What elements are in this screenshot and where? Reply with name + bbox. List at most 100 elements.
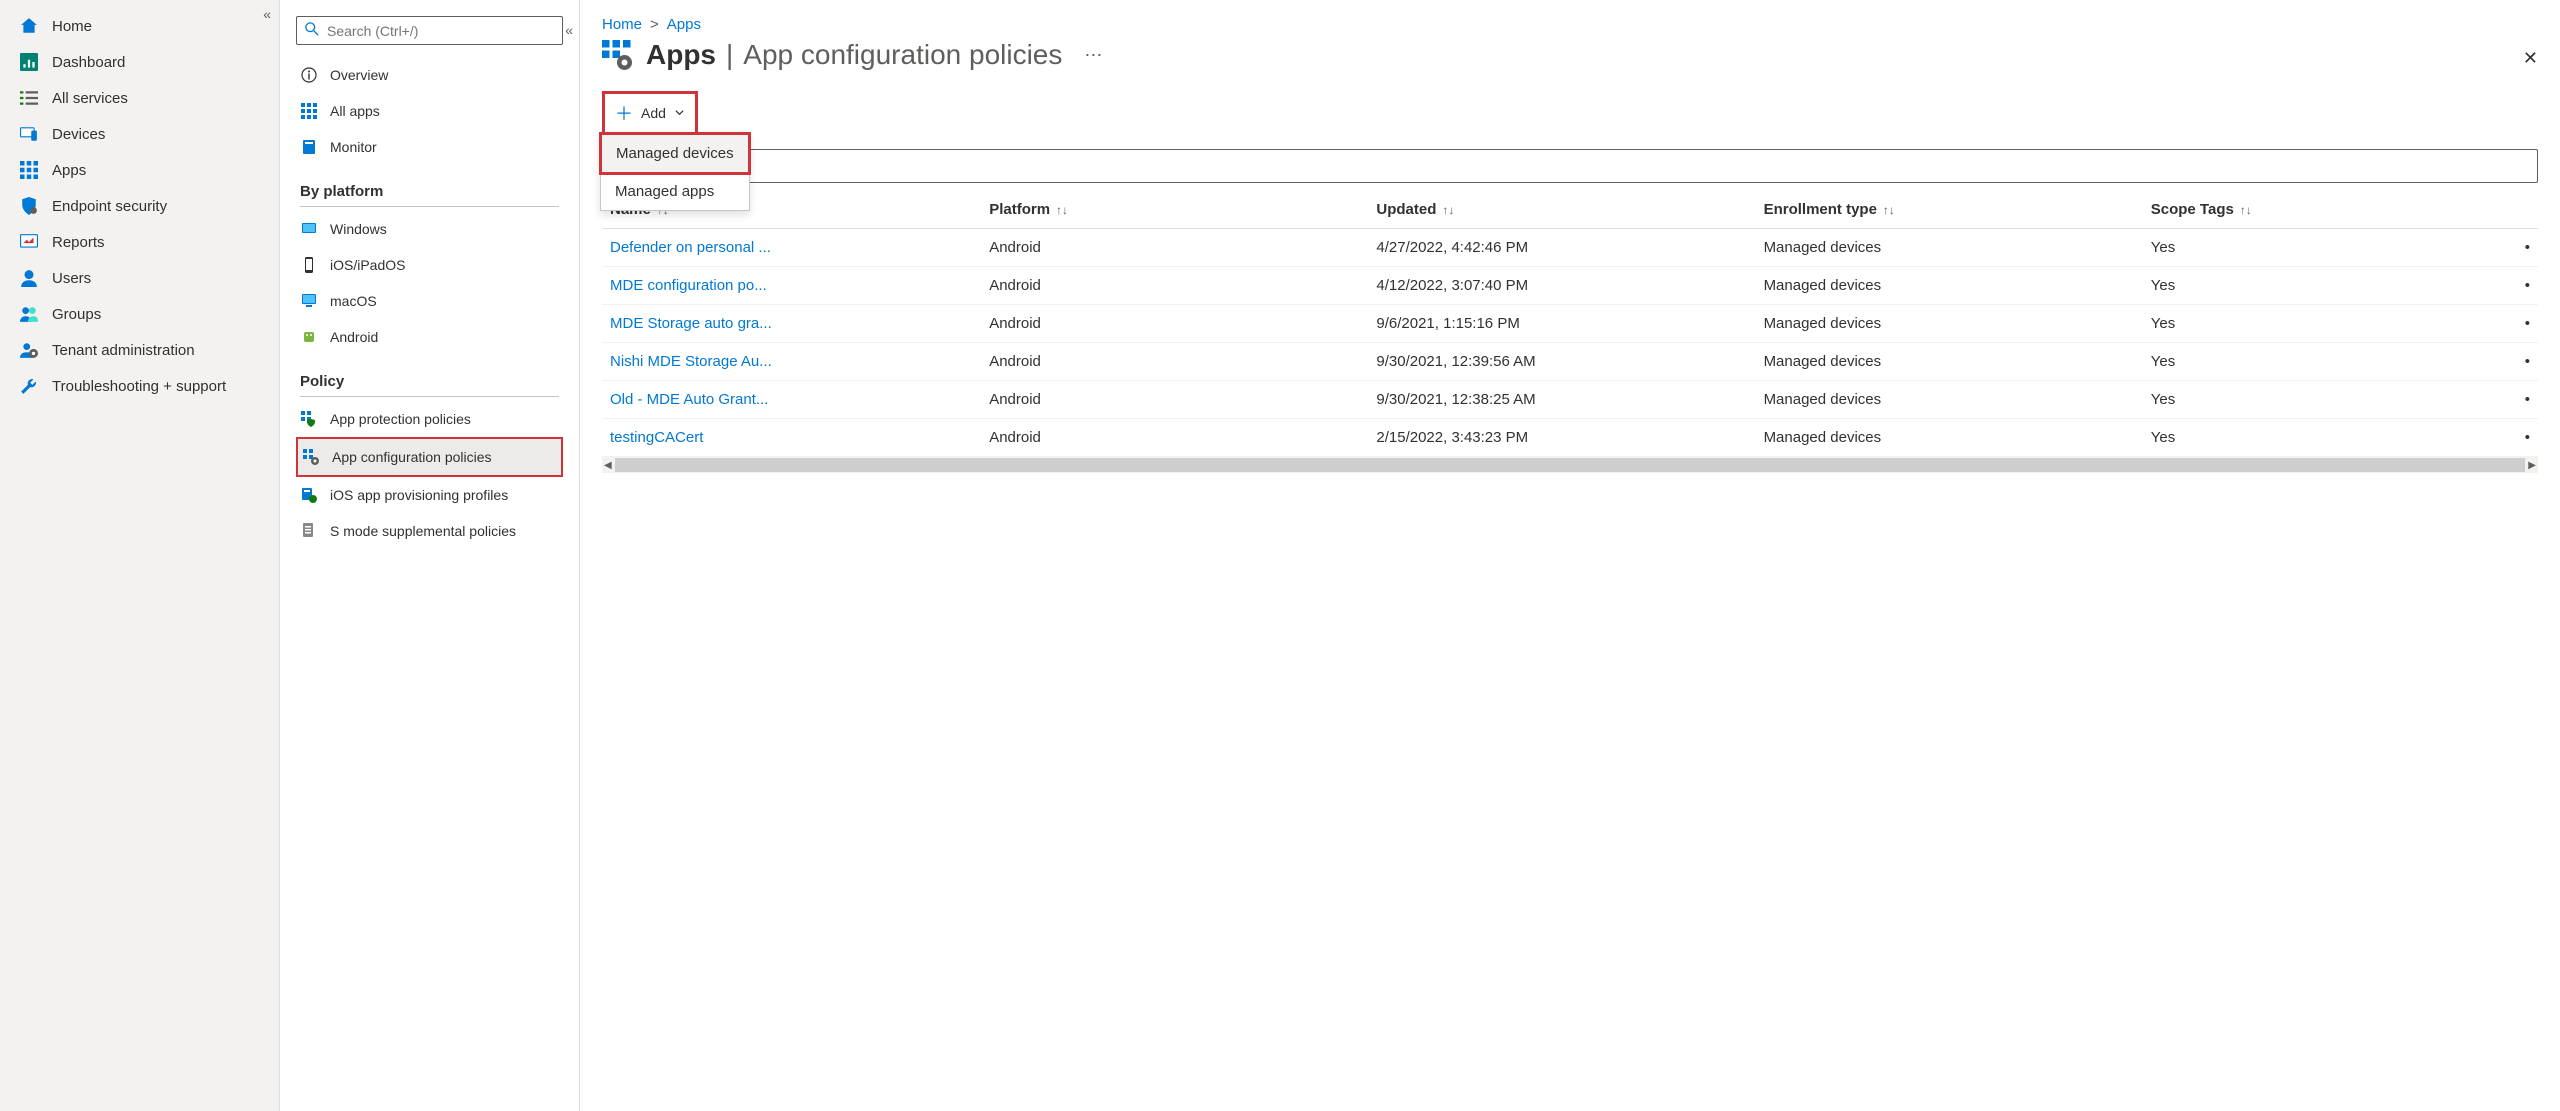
breadcrumb-home[interactable]: Home	[602, 16, 642, 33]
sidebar-item-dashboard[interactable]: Dashboard	[0, 44, 279, 80]
subnav-section-by-platform: By platform	[296, 165, 563, 206]
home-icon	[20, 17, 38, 35]
cell-name[interactable]: Nishi MDE Storage Au...	[602, 343, 989, 381]
subnav-item-all-apps[interactable]: All apps	[296, 93, 563, 129]
scroll-right-icon[interactable]: ▶	[2528, 460, 2536, 471]
cell-updated: 2/15/2022, 3:43:23 PM	[1376, 419, 1763, 457]
phone-icon	[300, 256, 318, 274]
sidebar-item-troubleshooting[interactable]: Troubleshooting + support	[0, 368, 279, 404]
sidebar-item-reports[interactable]: Reports	[0, 224, 279, 260]
grid-shield-icon	[300, 410, 318, 428]
table-row[interactable]: MDE Storage auto gra...Android9/6/2021, …	[602, 305, 2538, 343]
sidebar-item-endpoint-security[interactable]: Endpoint security	[0, 188, 279, 224]
row-more-button[interactable]: •	[2499, 343, 2538, 381]
table-header-row: Name↑↓ Platform↑↓ Updated↑↓ Enrollment t…	[602, 191, 2538, 229]
wrench-icon	[20, 377, 38, 395]
cell-name[interactable]: testingCACert	[602, 419, 989, 457]
document-icon	[300, 522, 318, 540]
subnav-item-label: Windows	[330, 221, 387, 237]
row-more-button[interactable]: •	[2499, 381, 2538, 419]
col-updated[interactable]: Updated↑↓	[1376, 191, 1763, 229]
horizontal-scrollbar[interactable]: ◀ ▶	[602, 457, 2538, 473]
cell-scope: Yes	[2151, 343, 2499, 381]
shield-icon	[20, 197, 38, 215]
row-more-button[interactable]: •	[2499, 419, 2538, 457]
subnav-item-ios[interactable]: iOS/iPadOS	[296, 247, 563, 283]
subnav-item-windows[interactable]: Windows	[296, 211, 563, 247]
sidebar-item-label: Devices	[52, 126, 105, 143]
add-dropdown: Managed devices Managed apps	[600, 133, 750, 211]
subnav-item-overview[interactable]: Overview	[296, 57, 563, 93]
table-row[interactable]: Nishi MDE Storage Au...Android9/30/2021,…	[602, 343, 2538, 381]
subnav-item-ios-provisioning[interactable]: iOS app provisioning profiles	[296, 477, 563, 513]
subnav-item-macos[interactable]: macOS	[296, 283, 563, 319]
sidebar-item-label: Apps	[52, 162, 86, 179]
col-platform[interactable]: Platform↑↓	[989, 191, 1376, 229]
breadcrumb-apps[interactable]: Apps	[667, 16, 701, 33]
table-row[interactable]: MDE configuration po...Android4/12/2022,…	[602, 267, 2538, 305]
close-button[interactable]: ✕	[2523, 48, 2538, 69]
subnav-collapse-button[interactable]: «	[565, 22, 573, 38]
subnav-item-label: iOS/iPadOS	[330, 257, 405, 273]
sidebar-item-label: Groups	[52, 306, 101, 323]
sidebar-collapse-button[interactable]: «	[263, 6, 271, 22]
sidebar-item-apps[interactable]: Apps	[0, 152, 279, 188]
cell-platform: Android	[989, 381, 1376, 419]
cell-scope: Yes	[2151, 305, 2499, 343]
sidebar-item-all-services[interactable]: All services	[0, 80, 279, 116]
cell-platform: Android	[989, 419, 1376, 457]
sidebar-item-label: All services	[52, 90, 128, 107]
primary-sidebar: « Home Dashboard All services Devices Ap…	[0, 0, 280, 1111]
cell-name[interactable]: Old - MDE Auto Grant...	[602, 381, 989, 419]
cell-name[interactable]: Defender on personal ...	[602, 229, 989, 267]
dropdown-item-managed-devices[interactable]: Managed devices	[599, 132, 751, 175]
scrollbar-track[interactable]	[615, 458, 2526, 472]
cell-platform: Android	[989, 343, 1376, 381]
table-row[interactable]: Old - MDE Auto Grant...Android9/30/2021,…	[602, 381, 2538, 419]
sidebar-item-label: Troubleshooting + support	[52, 378, 226, 395]
more-menu-button[interactable]: ⋯	[1084, 45, 1102, 66]
table-row[interactable]: Defender on personal ...Android4/27/2022…	[602, 229, 2538, 267]
sidebar-item-groups[interactable]: Groups	[0, 296, 279, 332]
cell-scope: Yes	[2151, 419, 2499, 457]
search-input[interactable]	[327, 23, 554, 39]
col-scope[interactable]: Scope Tags↑↓	[2151, 191, 2499, 229]
search-box[interactable]	[296, 16, 563, 45]
cell-scope: Yes	[2151, 267, 2499, 305]
subnav-item-app-configuration[interactable]: App configuration policies	[296, 437, 563, 477]
subnav-item-smode[interactable]: S mode supplemental policies	[296, 513, 563, 549]
cell-name[interactable]: MDE configuration po...	[602, 267, 989, 305]
add-button[interactable]: ＋ Add	[602, 91, 698, 135]
sub-navigation: « Overview All apps Monitor By	[280, 0, 580, 1111]
sidebar-item-label: Endpoint security	[52, 198, 167, 215]
cell-updated: 4/27/2022, 4:42:46 PM	[1376, 229, 1763, 267]
divider	[300, 396, 559, 397]
scroll-left-icon[interactable]: ◀	[604, 460, 612, 471]
page-title-main: Apps	[646, 39, 716, 71]
book-icon	[300, 138, 318, 156]
divider	[300, 206, 559, 207]
cell-updated: 4/12/2022, 3:07:40 PM	[1376, 267, 1763, 305]
sidebar-item-tenant-admin[interactable]: Tenant administration	[0, 332, 279, 368]
subnav-item-app-protection[interactable]: App protection policies	[296, 401, 563, 437]
filter-input[interactable]	[602, 149, 2538, 183]
cell-name[interactable]: MDE Storage auto gra...	[602, 305, 989, 343]
subnav-item-monitor[interactable]: Monitor	[296, 129, 563, 165]
row-more-button[interactable]: •	[2499, 305, 2538, 343]
sidebar-item-home[interactable]: Home	[0, 8, 279, 44]
row-more-button[interactable]: •	[2499, 267, 2538, 305]
sidebar-item-devices[interactable]: Devices	[0, 116, 279, 152]
col-enrollment[interactable]: Enrollment type↑↓	[1764, 191, 2151, 229]
subnav-section-policy: Policy	[296, 355, 563, 396]
row-more-button[interactable]: •	[2499, 229, 2538, 267]
sidebar-item-label: Home	[52, 18, 92, 35]
sidebar-item-users[interactable]: Users	[0, 260, 279, 296]
toolbar: ＋ Add Managed devices Managed apps	[602, 91, 2538, 135]
policies-table-container: Name↑↓ Platform↑↓ Updated↑↓ Enrollment t…	[602, 191, 2538, 1095]
dropdown-item-managed-apps[interactable]: Managed apps	[601, 173, 749, 210]
table-row[interactable]: testingCACertAndroid2/15/2022, 3:43:23 P…	[602, 419, 2538, 457]
subnav-item-android[interactable]: Android	[296, 319, 563, 355]
search-icon	[305, 22, 319, 39]
user-icon	[20, 269, 38, 287]
subnav-item-label: Android	[330, 329, 378, 345]
